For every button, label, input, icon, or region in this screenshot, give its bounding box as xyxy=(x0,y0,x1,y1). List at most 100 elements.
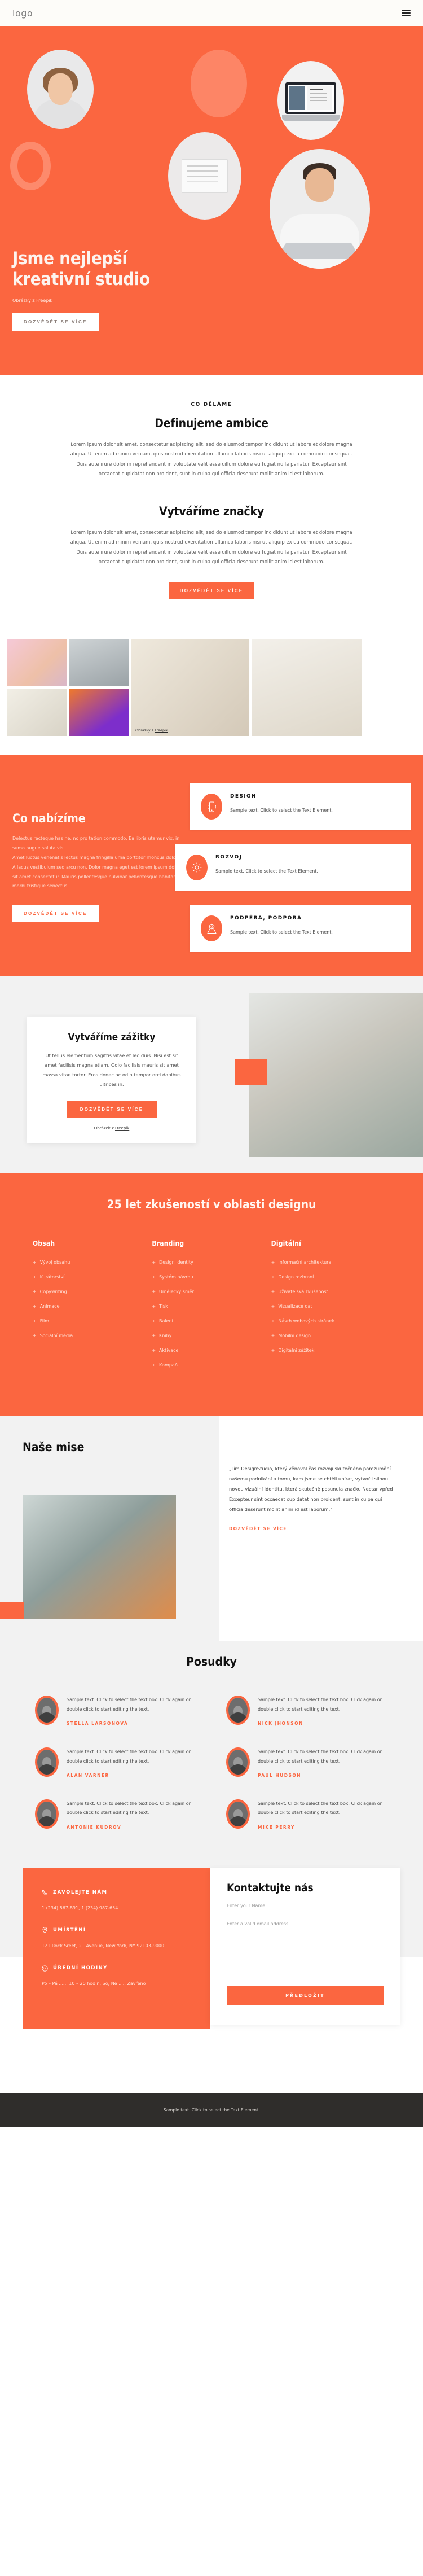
avatar xyxy=(226,1747,250,1777)
hamburger-menu-icon[interactable] xyxy=(402,10,411,16)
skills-item[interactable]: + Balení xyxy=(152,1318,271,1324)
gallery-image-credit: Obrázky z Freepik xyxy=(135,728,168,733)
gallery-image-large[interactable]: Obrázky z Freepik xyxy=(131,639,249,737)
mission-link[interactable]: DOZVĚDĚT SE VÍCE xyxy=(229,1526,397,1531)
skills-item-label: Kurátorství xyxy=(39,1274,65,1280)
hero-section: Jsme nejlepší kreativní studio Obrázky z… xyxy=(0,26,423,375)
message-field[interactable] xyxy=(227,1930,384,1974)
skills-item[interactable]: + Animace xyxy=(33,1304,152,1309)
skills-item-label: Systém návrhu xyxy=(159,1274,193,1280)
experience-credit-link[interactable]: Freepik xyxy=(115,1126,129,1131)
testimonial-item: Sample text. Click to select the text bo… xyxy=(35,1747,197,1778)
skills-item[interactable]: + Mobilní design xyxy=(271,1333,390,1338)
experience-image-credit: Obrázek z Freepik xyxy=(42,1126,182,1131)
testimonial-text: Sample text. Click to select the text bo… xyxy=(67,1800,191,1816)
skills-item-label: Informační architektura xyxy=(278,1260,332,1265)
gallery-credit-link[interactable]: Freepik xyxy=(155,728,168,733)
skills-item[interactable]: + Aktivace xyxy=(152,1348,271,1353)
gallery-image[interactable] xyxy=(7,639,67,687)
contact-info-label: UMÍSTĚNÍ xyxy=(53,1927,86,1934)
testimonial-item: Sample text. Click to select the text bo… xyxy=(226,1799,388,1830)
offer-card-podpora[interactable]: PODPĚRA, PODPORA Sample text. Click to s… xyxy=(190,905,411,952)
skills-item[interactable]: + Design rozhraní xyxy=(271,1274,390,1280)
what-we-do-paragraph: Lorem ipsum dolor sit amet, consectetur … xyxy=(70,442,353,477)
hero-copy: Jsme nejlepší kreativní studio Obrázky z… xyxy=(12,248,193,331)
skills-item[interactable]: + Copywriting xyxy=(33,1289,152,1294)
skills-item[interactable]: + Knihy xyxy=(152,1333,271,1338)
skills-item[interactable]: + Vizualizace dat xyxy=(271,1304,390,1309)
gallery-image[interactable] xyxy=(252,639,362,737)
skills-item-label: Sociální média xyxy=(39,1333,73,1339)
hero-title: Jsme nejlepší kreativní studio xyxy=(12,248,150,290)
contact-info-label: ÚŘEDNÍ HODINY xyxy=(53,1965,108,1972)
skills-column-branding: Branding + Design identity + Systém návrhu… xyxy=(152,1239,271,1377)
skills-item-label: Uživatelská zkušenost xyxy=(278,1289,328,1295)
offer-card-design[interactable]: DESIGN Sample text. Click to select the … xyxy=(190,783,411,830)
name-field[interactable] xyxy=(227,1894,384,1912)
contact-info-phone: ZAVOLEJTE NÁM 1 (234) 567-891, 1 (234) 9… xyxy=(42,1890,191,1913)
hero-photo-laptop xyxy=(277,61,344,140)
gallery-section: Obrázky z Freepik xyxy=(0,622,423,756)
experience-cta-button[interactable]: DOZVĚDĚT SE VÍCE xyxy=(67,1101,157,1119)
testimonial-author: MIKE PERRY xyxy=(258,1824,295,1830)
offer-cards: DESIGN Sample text. Click to select the … xyxy=(175,778,411,952)
offer-cta-button[interactable]: DOZVĚDĚT SE VÍCE xyxy=(12,905,99,923)
skills-item[interactable]: + Informační architektura xyxy=(271,1260,390,1265)
avatar xyxy=(226,1696,250,1725)
experience-card: Vytváříme zážitky Ut tellus elementum sa… xyxy=(27,1017,196,1144)
skills-item[interactable]: + Film xyxy=(33,1318,152,1324)
map-pin-icon xyxy=(42,1927,48,1934)
brands-cta-button[interactable]: DOZVĚDĚT SE VÍCE xyxy=(168,582,255,600)
offer-card-text: Sample text. Click to select the Text El… xyxy=(230,808,333,813)
what-we-do-title: Definujeme ambice xyxy=(155,417,268,430)
skills-item[interactable]: + Systém návrhu xyxy=(152,1274,271,1280)
hero-photo-woman xyxy=(27,50,94,129)
offer-card-rozvoj[interactable]: ROZVOJ Sample text. Click to select the … xyxy=(175,844,411,891)
offer-card-title: DESIGN xyxy=(230,794,257,800)
contact-info-value: 121 Rock Sreet, 21 Avenue, New York, NY … xyxy=(42,1943,165,1949)
gallery-image[interactable] xyxy=(7,689,67,737)
experience-paragraph: Ut tellus elementum sagittis vitae et le… xyxy=(42,1053,181,1088)
skills-item[interactable]: + Návrh webových stránek xyxy=(271,1318,390,1324)
skills-list: + Informační architektura + Design rozhran… xyxy=(271,1260,390,1353)
email-field[interactable] xyxy=(227,1912,384,1930)
skills-item[interactable]: + Vývoj obsahu xyxy=(33,1260,152,1265)
hero-decor-circle xyxy=(191,50,247,117)
offer-card-title: ROZVOJ xyxy=(215,855,243,861)
submit-button[interactable]: PŘEDLOŽIT xyxy=(227,1985,384,2005)
testimonial-author: ALAN VARNER xyxy=(67,1772,109,1778)
mission-section: Naše mise „Tím DesignStudio, který věnov… xyxy=(0,1416,423,1642)
avatar xyxy=(35,1696,59,1725)
contact-section: ZAVOLEJTE NÁM 1 (234) 567-891, 1 (234) 9… xyxy=(0,1855,423,2093)
skills-item[interactable]: + Digitální zážitek xyxy=(271,1348,390,1353)
contact-info-panel: ZAVOLEJTE NÁM 1 (234) 567-891, 1 (234) 9… xyxy=(23,1868,210,2029)
skills-item[interactable]: + Kurátorství xyxy=(33,1274,152,1280)
hero-cta-button[interactable]: DOZVĚDĚT SE VÍCE xyxy=(12,313,99,331)
skills-item[interactable]: + Umělecký směr xyxy=(152,1289,271,1294)
testimonials-section: Posudky Sample text. Click to select the… xyxy=(0,1641,423,1856)
hero-credit-link[interactable]: Freepik xyxy=(36,298,52,303)
skills-item-label: Vizualizace dat xyxy=(278,1304,312,1309)
skills-item-label: Tisk xyxy=(159,1304,168,1309)
skills-item[interactable]: + Sociální média xyxy=(33,1333,152,1338)
skills-title: 25 let zkušeností v oblasti designu xyxy=(107,1198,316,1212)
avatar xyxy=(35,1799,59,1829)
skills-item[interactable]: + Design identity xyxy=(152,1260,271,1265)
testimonial-item: Sample text. Click to select the text bo… xyxy=(35,1696,197,1726)
skills-item-label: Design rozhraní xyxy=(278,1274,314,1280)
gallery-image[interactable] xyxy=(69,689,129,737)
gallery-credit-prefix: Obrázky z xyxy=(135,728,155,733)
site-footer: Sample text. Click to select the Text El… xyxy=(0,2092,423,2127)
mobile-phone-icon xyxy=(201,794,222,820)
skills-item-label: Umělecký směr xyxy=(159,1289,194,1295)
hero-image-credit: Obrázky z Freepik xyxy=(12,298,193,303)
skills-item[interactable]: + Kampaň xyxy=(152,1363,271,1368)
experience-section: Vytváříme zážitky Ut tellus elementum sa… xyxy=(0,976,423,1173)
logo[interactable]: logo xyxy=(12,8,33,19)
contact-info-label: ZAVOLEJTE NÁM xyxy=(53,1890,108,1896)
mission-quote: „Tím DesignStudio, který věnoval čas roz… xyxy=(229,1466,393,1512)
skills-item[interactable]: + Uživatelská zkušenost xyxy=(271,1289,390,1294)
testimonial-item: Sample text. Click to select the text bo… xyxy=(226,1696,388,1726)
gallery-image[interactable] xyxy=(69,639,129,687)
skills-item[interactable]: + Tisk xyxy=(152,1304,271,1309)
